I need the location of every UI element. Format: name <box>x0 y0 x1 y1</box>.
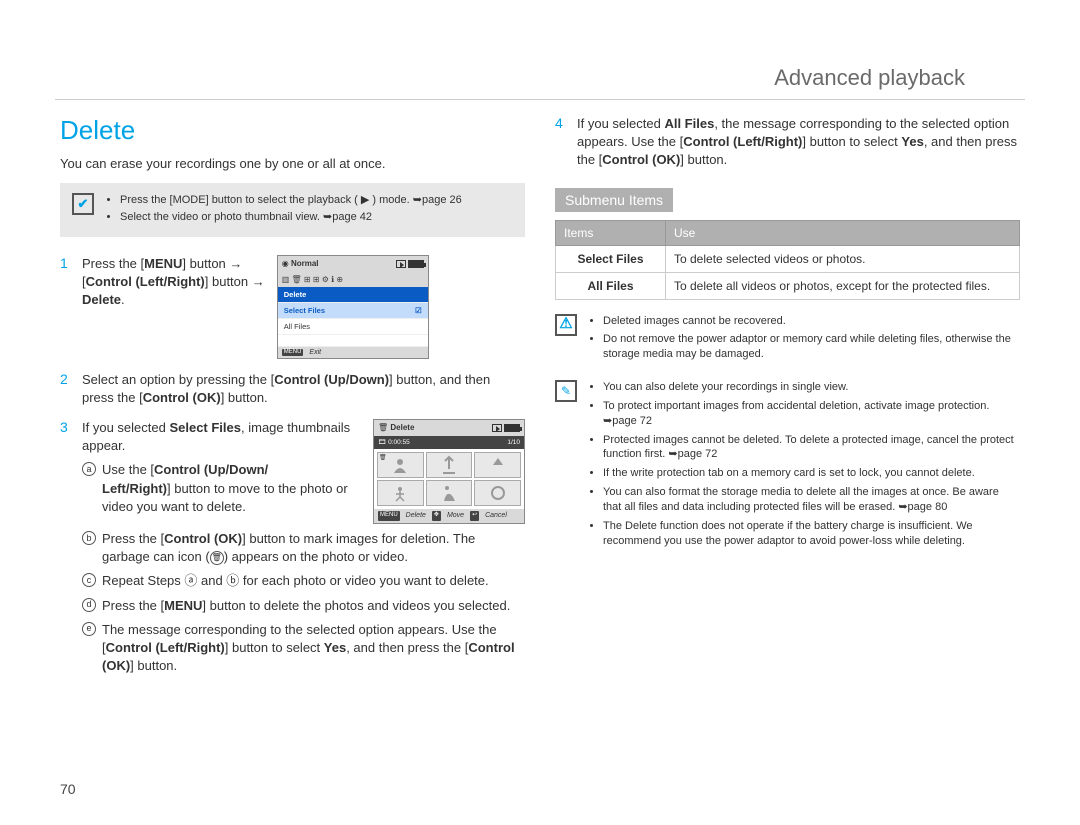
table-row: All Files To delete all videos or photos… <box>556 272 1020 299</box>
step-4: 4 If you selected All Files, the message… <box>555 115 1020 170</box>
check-icon: ✔ <box>72 193 94 215</box>
tip-item: You can also delete your recordings in s… <box>603 380 1020 395</box>
step-body: Select an option by pressing the [Contro… <box>82 371 525 407</box>
step-body: Press the [MENU] button → [Control (Left… <box>82 255 265 310</box>
battery-icon <box>504 424 520 432</box>
item-name: All Files <box>556 272 666 299</box>
trash-inline-icon: 🗑 <box>210 551 224 565</box>
substep-d-marker: d <box>82 598 96 612</box>
substep-text: Use the [Control (Up/Down/Left/Right)] b… <box>102 461 361 516</box>
step-1: 1 Press the [MENU] button → [Control (Le… <box>60 255 525 359</box>
substep-text: The message corresponding to the selecte… <box>102 621 525 676</box>
chapter-title: Advanced playback <box>55 0 1025 100</box>
note-icon: ✎ <box>555 380 577 402</box>
camera-screen-thumbnails: 🗑 Delete 🎞 0:00:55 1/10 🗑 <box>373 419 525 524</box>
substep-b-marker: b <box>82 531 96 545</box>
warning-item: Do not remove the power adaptor or memor… <box>603 332 1020 362</box>
thumbnail <box>474 480 521 506</box>
count-label: 1/10 <box>507 438 520 447</box>
warning-item: Deleted images cannot be recovered. <box>603 314 1020 329</box>
substep-e-marker: e <box>82 622 96 636</box>
item-name: Select Files <box>556 245 666 272</box>
item-use: To delete selected videos or photos. <box>666 245 1020 272</box>
step-number: 1 <box>60 255 74 359</box>
substep-text: Press the [MENU] button to delete the ph… <box>102 597 510 615</box>
menu-select-files: Select Files ☑ <box>278 303 428 319</box>
table-header-items: Items <box>556 220 666 245</box>
prereq-item: Press the [MODE] button to select the pl… <box>120 193 462 208</box>
step-3: 3 If you selected Select Files, image th… <box>60 419 525 681</box>
thumbnail <box>377 480 424 506</box>
tips-box: ✎ You can also delete your recordings in… <box>555 380 1020 552</box>
submenu-table: Items Use Select Files To delete selecte… <box>555 220 1020 300</box>
menu-key-label: MENU <box>378 511 400 521</box>
tip-item: Protected images cannot be deleted. To d… <box>603 433 1020 463</box>
step-number: 2 <box>60 371 74 407</box>
submenu-items-heading: Submenu Items <box>555 188 673 212</box>
cancel-label: Cancel <box>485 511 507 521</box>
card-icon <box>492 424 502 432</box>
warning-icon: ⚠ <box>555 314 577 336</box>
step-2: 2 Select an option by pressing the [Cont… <box>60 371 525 407</box>
delete-label: Delete <box>406 511 426 521</box>
prerequisite-box: ✔ Press the [MODE] button to select the … <box>60 183 525 237</box>
right-column: 4 If you selected All Files, the message… <box>555 115 1020 693</box>
substep-text: Repeat Steps ⓐ and ⓑ for each photo or v… <box>102 572 489 590</box>
substep-a-marker: a <box>82 462 96 476</box>
thumbnail <box>426 480 473 506</box>
warning-box: ⚠ Deleted images cannot be recovered. Do… <box>555 314 1020 367</box>
section-title: Delete <box>60 115 525 146</box>
screen-title: Normal <box>291 259 319 268</box>
tip-item: To protect important images from acciden… <box>603 399 1020 429</box>
exit-label: Exit <box>309 349 321 356</box>
prereq-item: Select the video or photo thumbnail view… <box>120 210 462 225</box>
left-column: Delete You can erase your recordings one… <box>60 115 525 693</box>
page-number: 70 <box>60 781 76 797</box>
check-small-icon: ☑ <box>415 306 422 315</box>
tip-item: The Delete function does not operate if … <box>603 519 1020 549</box>
item-use: To delete all videos or photos, except f… <box>666 272 1020 299</box>
menu-delete-header: Delete <box>278 287 428 303</box>
menu-key-label: MENU <box>282 349 304 356</box>
menu-all-files: All Files <box>278 319 428 335</box>
screen-title: Delete <box>390 423 414 432</box>
arrow-icon: → <box>229 256 242 271</box>
thumbnail <box>426 452 473 478</box>
tip-item: If the write protection tab on a memory … <box>603 466 1020 481</box>
step-body: If you selected All Files, the message c… <box>577 115 1020 170</box>
intro-text: You can erase your recordings one by one… <box>60 156 525 171</box>
substep-text: Press the [Control (OK)] button to mark … <box>102 530 525 566</box>
table-header-use: Use <box>666 220 1020 245</box>
substep-c-marker: c <box>82 573 96 587</box>
step-body: If you selected Select Files, image thum… <box>82 419 525 681</box>
tip-item: You can also format the storage media to… <box>603 485 1020 515</box>
time-label: 0:00:55 <box>388 439 410 446</box>
card-icon <box>396 260 406 268</box>
table-row: Select Files To delete selected videos o… <box>556 245 1020 272</box>
move-label: Move <box>447 511 464 521</box>
battery-icon <box>408 260 424 268</box>
step-number: 3 <box>60 419 74 681</box>
arrow-icon: → <box>252 274 265 289</box>
thumbnail: 🗑 <box>377 452 424 478</box>
thumbnail <box>474 452 521 478</box>
step-number: 4 <box>555 115 569 170</box>
camera-screen-menu: ◉ Normal ▥ 🗑 ⊞ ⊞ ⚙ ℹ ⊕ Delete Select Fil… <box>277 255 429 359</box>
